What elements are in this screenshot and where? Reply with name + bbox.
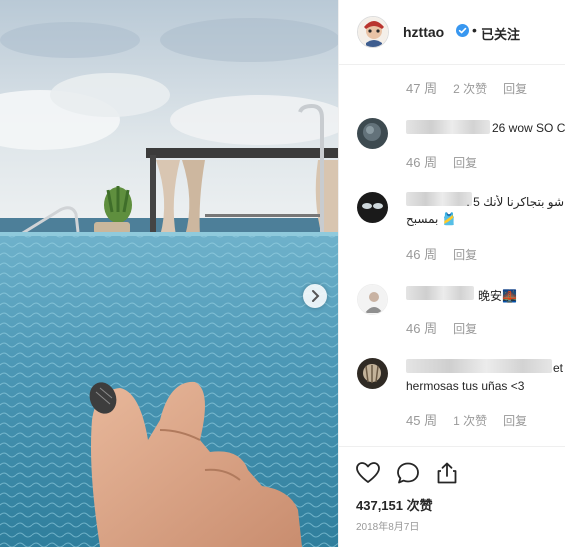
reply-button[interactable]: 回复 — [503, 412, 527, 429]
commenter-avatar[interactable] — [357, 358, 388, 389]
share-icon[interactable] — [435, 461, 459, 485]
chevron-right-icon — [312, 290, 320, 302]
profile-avatar[interactable] — [357, 16, 389, 48]
comment-text-line2: بمسبح 🎽 — [406, 212, 457, 226]
comment-meta: 46 周回复 — [406, 244, 477, 263]
comment-time[interactable]: 45 周 — [406, 410, 437, 429]
comment-time[interactable]: 46 周 — [406, 244, 437, 263]
reply-button[interactable]: 回复 — [453, 246, 477, 263]
verified-badge-icon — [456, 24, 469, 37]
post-actions: 437,151 次赞 2018年8月7日 — [339, 446, 565, 547]
avatar-image — [358, 17, 388, 47]
reply-button[interactable]: 回复 — [453, 320, 477, 337]
commenter-avatar[interactable] — [357, 284, 388, 315]
commenter-avatar-image — [357, 118, 388, 149]
comment-meta: 46 周回复 — [406, 318, 477, 337]
post-photo[interactable] — [0, 0, 338, 547]
commenter-username-blurred[interactable] — [406, 286, 474, 300]
commenter-avatar[interactable] — [357, 192, 388, 223]
comment-text: 晚安🌉 — [478, 289, 517, 303]
heart-icon[interactable] — [355, 461, 381, 485]
pool-photo-image — [0, 0, 338, 547]
username[interactable]: hzttao — [403, 24, 444, 40]
comment-likes[interactable]: 1 次赞 — [453, 412, 487, 429]
follow-status-button[interactable]: 已关注 — [481, 24, 520, 43]
comment-time[interactable]: 47 周 — [406, 78, 437, 97]
commenter-username-blurred[interactable] — [406, 359, 552, 373]
comment-text: 26 wow SO C — [492, 121, 565, 135]
comment-text: et — [553, 361, 564, 375]
post-side-panel: hzttao • 已关注 47 周2 次赞 回复 26 wow SO C 46 周… — [338, 0, 565, 547]
commenter-username-blurred[interactable] — [406, 120, 490, 134]
comment-meta: 46 周回复 — [406, 152, 477, 171]
commenter-avatar-image — [358, 285, 387, 314]
comment-meta: 47 周 2 次赞 回复 — [406, 78, 527, 97]
comment-time[interactable]: 46 周 — [406, 318, 437, 337]
comment-likes[interactable]: 2 次赞 — [453, 80, 487, 97]
next-photo-button[interactable] — [303, 284, 327, 308]
header-separator: • — [472, 22, 477, 38]
comment-time[interactable]: 46 周 — [406, 152, 437, 171]
comment-meta: 45 周 1 次赞 回复 — [406, 410, 527, 429]
reply-button[interactable]: 回复 — [503, 80, 527, 97]
like-count[interactable]: 437,151 次赞 — [356, 495, 433, 514]
post-header: hzttao • 已关注 — [339, 0, 565, 65]
post-date[interactable]: 2018年8月7日 — [356, 518, 419, 533]
comment-text-line2: hermosas tus uñas <3 — [406, 379, 525, 393]
commenter-avatar-image — [357, 192, 388, 223]
comment-text: شو بتجاكرنا لأنك 5 . — [466, 195, 564, 209]
comment-icon[interactable] — [395, 461, 421, 485]
commenter-avatar-image — [357, 358, 388, 389]
commenter-avatar[interactable] — [357, 118, 388, 149]
reply-button[interactable]: 回复 — [453, 154, 477, 171]
